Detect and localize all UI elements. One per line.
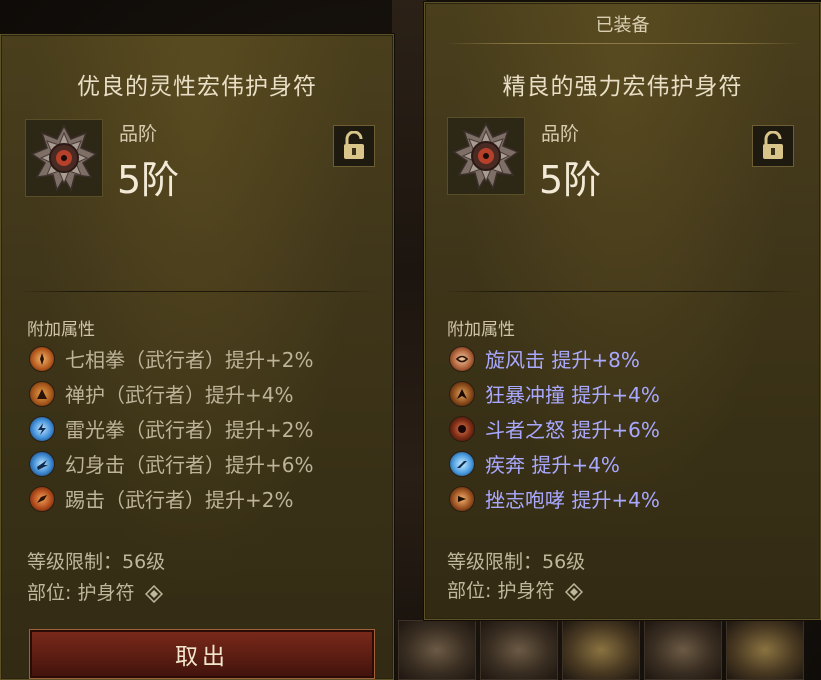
tier-label: 品阶 <box>541 123 580 145</box>
affix-text: 踢击（武行者）提升+2% <box>65 488 294 512</box>
section-divider <box>443 291 802 292</box>
affix-text: 斗者之怒 提升+6% <box>485 418 660 442</box>
item-tooltip-left: 优良的灵性宏伟护身符 品阶 5阶 附加属性 七相拳（武行者）提升+2% 禅护（武… <box>0 34 394 680</box>
kick-icon <box>29 485 55 512</box>
tier-label: 品阶 <box>119 123 158 145</box>
unlock-icon <box>763 131 783 159</box>
serenity-icon <box>29 380 55 407</box>
affix-text: 疾奔 提升+4% <box>485 453 620 477</box>
item-slot: 部位: 护身符 <box>447 580 555 602</box>
battle-rage-icon <box>449 415 475 442</box>
affix-text: 幻身击（武行者）提升+6% <box>65 453 314 477</box>
item-title: 精良的强力宏伟护身符 <box>502 74 743 100</box>
diamond-slot-icon <box>144 584 163 603</box>
affix-row: 旋风击 提升+8% <box>449 341 660 376</box>
item-slot: 部位: 护身符 <box>27 582 135 604</box>
tier-value: 5阶 <box>539 158 602 202</box>
item-slot-line: 部位: 护身符 <box>447 576 583 603</box>
diamond-slot-icon <box>564 582 583 601</box>
level-requirement: 等级限制：56级 <box>447 551 586 573</box>
affix-list: 七相拳（武行者）提升+2% 禅护（武行者）提升+4% 雷光拳（武行者）提升+2%… <box>29 341 314 516</box>
item-slot-line: 部位: 护身符 <box>27 578 163 605</box>
inventory-slot[interactable] <box>562 620 640 680</box>
affix-row: 雷光拳（武行者）提升+2% <box>29 411 314 446</box>
lock-button[interactable] <box>752 125 794 167</box>
affix-section-header: 附加属性 <box>447 320 515 340</box>
inventory-slot[interactable] <box>398 620 476 680</box>
amulet-icon <box>30 124 98 192</box>
section-divider <box>19 291 375 292</box>
affix-text: 旋风击 提升+8% <box>485 348 640 372</box>
furious-charge-icon <box>449 380 475 407</box>
unlock-icon <box>344 131 364 159</box>
affix-row: 挫志咆哮 提升+4% <box>449 481 660 516</box>
affix-text: 挫志咆哮 提升+4% <box>485 488 660 512</box>
fists-of-thunder-icon <box>29 415 55 442</box>
affix-row: 斗者之怒 提升+6% <box>449 411 660 446</box>
affix-row: 疾奔 提升+4% <box>449 446 660 481</box>
item-tooltip-right: 已装备 精良的强力宏伟护身符 品阶 5阶 附加属性 旋风击 提升+8% 狂暴冲撞… <box>424 2 821 620</box>
affix-row: 踢击（武行者）提升+2% <box>29 481 314 516</box>
seven-sided-strike-icon <box>29 345 55 372</box>
affix-row: 七相拳（武行者）提升+2% <box>29 341 314 376</box>
equipped-label: 已装备 <box>595 15 650 36</box>
whirlwind-icon <box>449 345 475 372</box>
background-strip <box>392 0 426 680</box>
inventory-row <box>392 620 821 680</box>
affix-row: 禅护（武行者）提升+4% <box>29 376 314 411</box>
affix-text: 狂暴冲撞 提升+4% <box>485 383 660 407</box>
inventory-slot[interactable] <box>644 620 722 680</box>
dashing-strike-icon <box>29 450 55 477</box>
affix-text: 七相拳（武行者）提升+2% <box>65 348 314 372</box>
remove-button[interactable]: 取出 <box>29 629 375 679</box>
affix-row: 狂暴冲撞 提升+4% <box>449 376 660 411</box>
lock-button[interactable] <box>333 125 375 167</box>
affix-text: 雷光拳（武行者）提升+2% <box>65 418 314 442</box>
threatening-shout-icon <box>449 485 475 512</box>
item-icon-frame <box>25 119 103 197</box>
sprint-icon <box>449 450 475 477</box>
item-icon-frame <box>447 117 525 195</box>
affix-text: 禅护（武行者）提升+4% <box>65 383 294 407</box>
affix-list: 旋风击 提升+8% 狂暴冲撞 提升+4% 斗者之怒 提升+6% 疾奔 提升+4%… <box>449 341 660 516</box>
inventory-slot[interactable] <box>726 620 804 680</box>
affix-section-header: 附加属性 <box>27 320 95 340</box>
affix-row: 幻身击（武行者）提升+6% <box>29 446 314 481</box>
inventory-slot[interactable] <box>480 620 558 680</box>
header-rule <box>443 43 802 44</box>
level-requirement: 等级限制：56级 <box>27 551 166 573</box>
tier-value: 5阶 <box>117 158 180 202</box>
amulet-icon <box>452 122 520 190</box>
item-title: 优良的灵性宏伟护身符 <box>77 74 317 100</box>
